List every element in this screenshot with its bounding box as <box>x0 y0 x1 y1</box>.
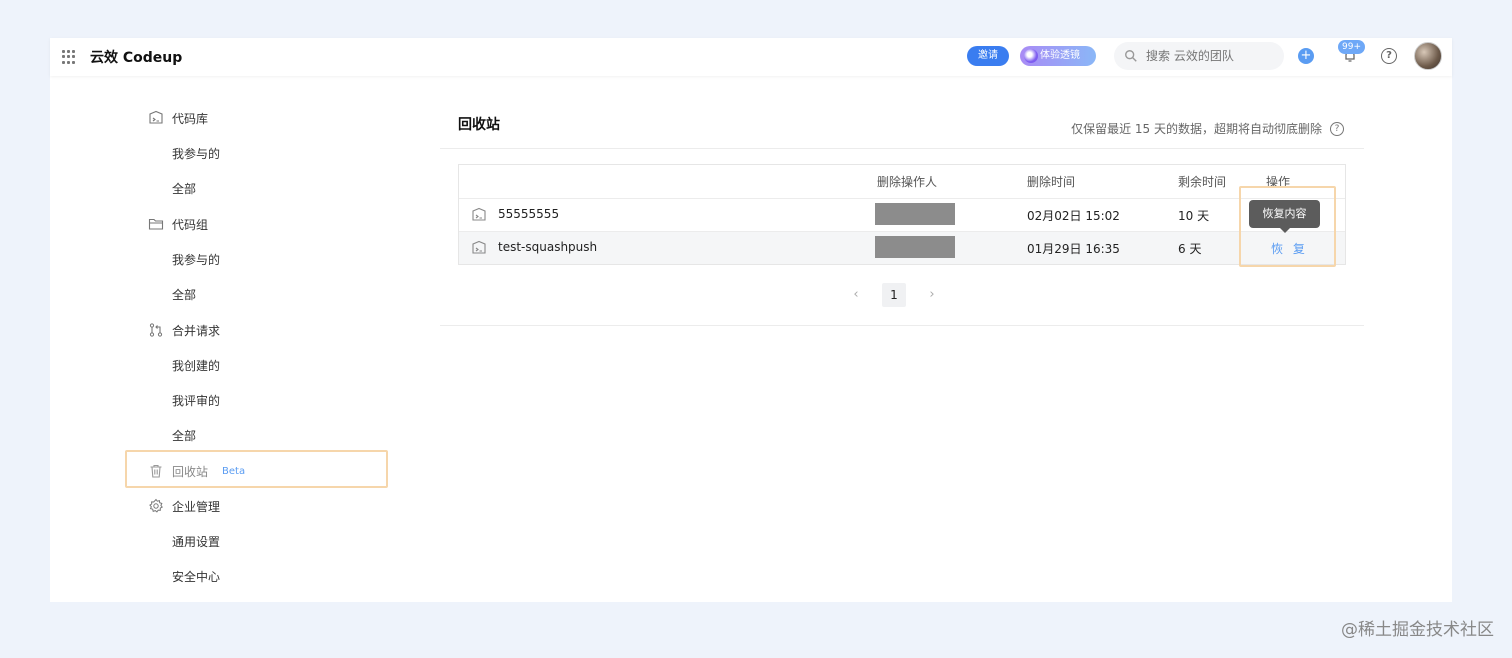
sidebar-item-label: 企业管理 <box>172 499 221 514</box>
sidebar-item-general-settings[interactable]: 通用设置 <box>172 533 220 550</box>
repo-icon <box>472 240 486 254</box>
avatar[interactable] <box>1414 42 1442 70</box>
lens-icon <box>1024 49 1038 63</box>
pagination: ‹ 1 › <box>846 283 942 307</box>
sidebar-item-label: 代码库 <box>172 111 209 126</box>
search-input[interactable] <box>1146 49 1276 63</box>
repo-icon <box>149 110 163 124</box>
divider <box>440 325 1364 326</box>
divider <box>440 148 1364 149</box>
sidebar-item-label: 回收站 <box>172 464 209 479</box>
table-row: 55555555 02月02日 15:02 10 天 <box>459 198 1345 231</box>
tryout-button[interactable]: 体验透镜 <box>1020 46 1096 66</box>
repo-icon <box>472 207 486 221</box>
sidebar-item-groups-all[interactable]: 全部 <box>172 286 196 303</box>
help-icon[interactable]: ? <box>1381 48 1397 64</box>
remaining-time: 6 天 <box>1178 242 1202 256</box>
sidebar-item-label: 合并请求 <box>172 323 221 338</box>
sidebar-item-enterprise[interactable]: 企业管理 <box>148 496 220 516</box>
column-header-deleted-at: 删除时间 <box>1027 175 1076 189</box>
page-title: 回收站 <box>458 117 500 133</box>
notification-badge: 99+ <box>1338 40 1365 54</box>
sidebar-item-repos[interactable]: 代码库 <box>148 108 208 128</box>
deleted-time: 01月29日 16:35 <box>1027 242 1120 256</box>
action-column-highlight <box>1239 186 1336 267</box>
sidebar-item-groups[interactable]: 代码组 <box>148 214 208 234</box>
search-box[interactable] <box>1114 42 1284 70</box>
sidebar-item-repos-all[interactable]: 全部 <box>172 180 196 197</box>
sidebar-item-security-center[interactable]: 安全中心 <box>172 568 220 585</box>
tryout-label: 体验透镜 <box>1040 50 1080 61</box>
repo-name: 55555555 <box>498 207 560 221</box>
repo-name: test-squashpush <box>498 240 598 254</box>
folder-icon <box>148 218 164 230</box>
redacted-operator <box>875 236 955 258</box>
search-icon <box>1125 50 1137 62</box>
trash-icon <box>150 464 162 478</box>
recycle-bin-table: 删除操作人 删除时间 剩余时间 操作 55555555 02月02日 15:02… <box>458 164 1346 265</box>
watermark: @稀土掘金技术社区 <box>1341 620 1494 640</box>
deleted-time: 02月02日 15:02 <box>1027 209 1120 223</box>
sidebar-item-groups-mine[interactable]: 我参与的 <box>172 251 220 268</box>
question-icon[interactable]: ? <box>1330 121 1344 136</box>
invite-button[interactable]: 邀请 <box>967 46 1009 66</box>
app-title[interactable]: 云效 Codeup <box>90 47 182 67</box>
sidebar-item-recycle-bin[interactable]: 回收站 Beta <box>148 461 245 481</box>
sidebar-item-repos-mine[interactable]: 我参与的 <box>172 145 220 162</box>
chevron-right-icon[interactable]: › <box>922 284 942 306</box>
redacted-operator <box>875 203 955 225</box>
top-bar: 云效 Codeup 邀请 体验透镜 + 99+ ? <box>50 38 1452 76</box>
sidebar-item-merge-requests[interactable]: 合并请求 <box>148 320 220 340</box>
page-number[interactable]: 1 <box>882 283 906 307</box>
column-header-remaining: 剩余时间 <box>1178 175 1227 189</box>
chevron-left-icon[interactable]: ‹ <box>846 284 866 306</box>
sidebar-item-mr-all[interactable]: 全部 <box>172 427 196 444</box>
sidebar-item-mr-reviewed[interactable]: 我评审的 <box>172 392 220 409</box>
table-row: test-squashpush 01月29日 16:35 6 天 恢 复 <box>459 231 1345 264</box>
gear-icon <box>149 498 163 513</box>
merge-request-icon <box>149 323 163 337</box>
remaining-time: 10 天 <box>1178 209 1210 223</box>
retention-notice-text: 仅保留最近 15 天的数据，超期将自动彻底删除 <box>1071 122 1322 136</box>
column-header-deleted-by: 删除操作人 <box>877 175 938 189</box>
create-plus-button[interactable]: + <box>1298 48 1314 64</box>
beta-badge: Beta <box>222 465 246 477</box>
retention-notice: 仅保留最近 15 天的数据，超期将自动彻底删除 ? <box>1071 120 1344 137</box>
sidebar-item-mr-created[interactable]: 我创建的 <box>172 357 220 374</box>
sidebar-item-label: 代码组 <box>172 217 209 232</box>
apps-grid-icon[interactable] <box>62 50 76 64</box>
